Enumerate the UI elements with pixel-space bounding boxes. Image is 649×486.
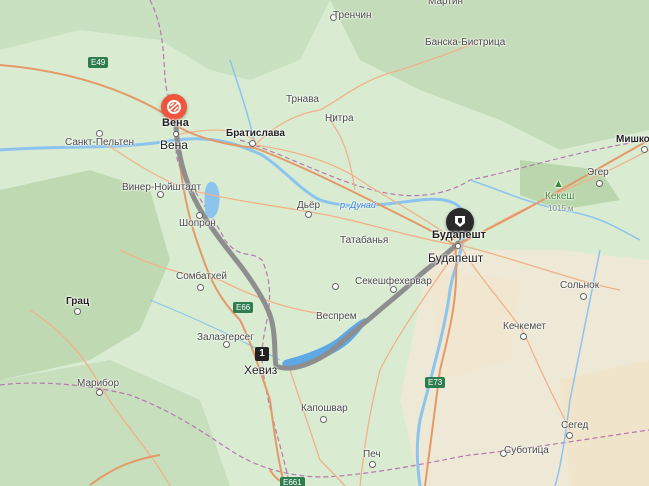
city-label-trnava[interactable]: Трнава bbox=[286, 94, 319, 106]
city-dot bbox=[96, 130, 103, 137]
road-shield-e73: E73 bbox=[425, 377, 446, 388]
city-dot bbox=[369, 461, 376, 468]
city-label-szekesfehervar[interactable]: Секешфехервар bbox=[355, 276, 432, 288]
city-label-zalaegerszeg[interactable]: Залаэгерсег bbox=[197, 332, 254, 344]
mountain-icon: ▲ bbox=[553, 178, 564, 190]
end-pin-label: Будапешт bbox=[432, 229, 487, 241]
road-shield-e66: E66 bbox=[233, 302, 254, 313]
city-label-sopron[interactable]: Шопрон bbox=[179, 218, 216, 230]
city-label-subotica[interactable]: Суботица bbox=[504, 445, 549, 457]
city-dot bbox=[520, 333, 527, 340]
peak-label-kekes[interactable]: Кекеш bbox=[545, 191, 574, 203]
city-dot bbox=[305, 211, 312, 218]
city-dot bbox=[173, 131, 179, 137]
city-dot bbox=[332, 283, 339, 290]
city-dot bbox=[197, 284, 204, 291]
road-shield-e661: E661 bbox=[280, 477, 305, 486]
city-label-wiener-neustadt[interactable]: Винер-Нойштадт bbox=[122, 182, 201, 194]
city-dot bbox=[641, 146, 648, 153]
city-label-banska-bystrica[interactable]: Банска-Бистрица bbox=[425, 37, 505, 49]
city-label-trencin[interactable]: Тренчин bbox=[333, 10, 372, 22]
city-label-maribor[interactable]: Марибор bbox=[77, 378, 119, 390]
city-label-szombathely[interactable]: Сомбатхей bbox=[176, 271, 227, 283]
city-label-tatabanya[interactable]: Татабанья bbox=[340, 235, 388, 247]
city-dot bbox=[566, 432, 573, 439]
city-label-kaposvar[interactable]: Капошвар bbox=[301, 403, 348, 415]
city-dot bbox=[96, 389, 103, 396]
city-label-vienna[interactable]: Вена bbox=[160, 139, 188, 151]
road-shield-e49: E49 bbox=[88, 57, 109, 68]
city-dot bbox=[580, 293, 587, 300]
city-dot bbox=[320, 416, 327, 423]
city-label-graz[interactable]: Грац bbox=[66, 296, 89, 308]
river-label-danube: р. Дунай bbox=[340, 200, 376, 210]
city-dot bbox=[596, 180, 603, 187]
city-dot bbox=[74, 308, 81, 315]
city-label-budapest[interactable]: Будапешт bbox=[428, 252, 483, 264]
city-label-gyor[interactable]: Дьёр bbox=[297, 200, 320, 212]
city-label-kecskemet[interactable]: Кечкемет bbox=[503, 321, 546, 333]
map-canvas[interactable]: E49 E66 E73 E661 Мартин Тренчин Банска-Б… bbox=[0, 0, 649, 486]
city-dot bbox=[249, 140, 256, 147]
city-label-pecs[interactable]: Печ bbox=[363, 449, 381, 461]
start-pin-label: Вена bbox=[162, 117, 189, 129]
city-label-sankt-polten[interactable]: Санкт-Пельтен bbox=[65, 137, 134, 149]
city-label-szeged[interactable]: Сегед bbox=[561, 420, 588, 432]
city-label-bratislava[interactable]: Братислава bbox=[226, 128, 285, 140]
city-label-eger[interactable]: Эгер bbox=[587, 167, 609, 179]
city-label-martin[interactable]: Мартин bbox=[428, 0, 463, 8]
city-dot bbox=[455, 243, 461, 249]
city-label-szolnok[interactable]: Сольнок bbox=[560, 280, 599, 292]
city-label-nitra[interactable]: Нитра bbox=[325, 113, 354, 125]
waypoint-label[interactable]: Хевиз bbox=[244, 364, 277, 376]
city-label-miskolc[interactable]: Мишкольц bbox=[616, 134, 649, 146]
peak-elevation: 1015 м bbox=[548, 204, 574, 213]
waypoint-marker[interactable]: 1 bbox=[255, 347, 269, 361]
city-label-veszprem[interactable]: Веспрем bbox=[316, 311, 357, 323]
